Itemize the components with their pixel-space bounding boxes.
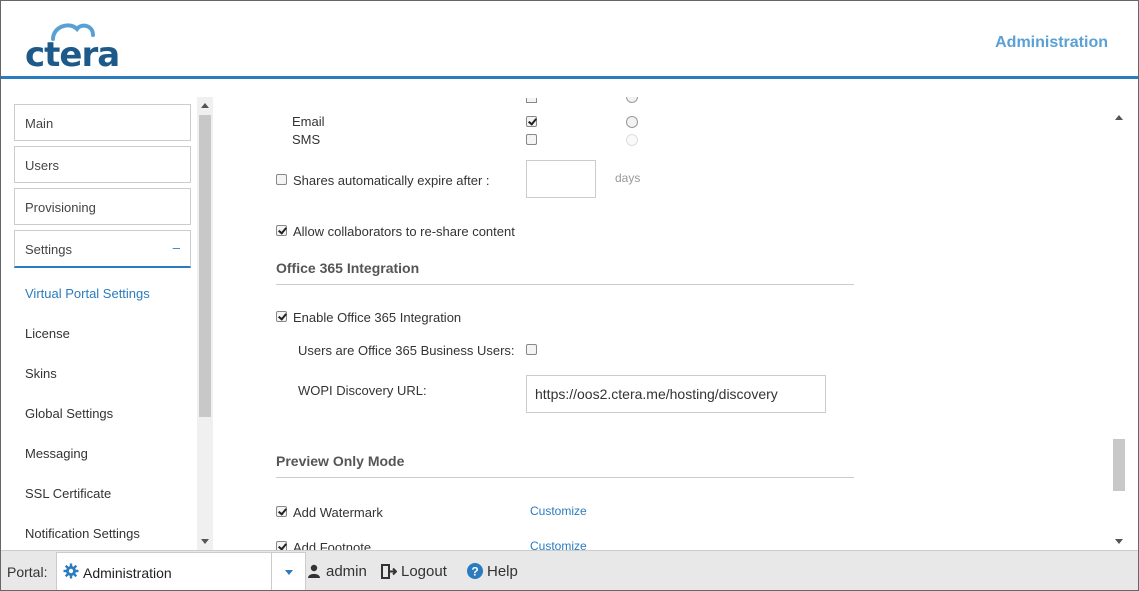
nav-provisioning-label: Provisioning	[25, 200, 96, 215]
reshare-label: Allow collaborators to re-share content	[293, 224, 515, 239]
nav-settings-label: Settings	[25, 242, 72, 257]
sidebar: Main Users Provisioning Settings – Virtu…	[1, 97, 213, 550]
customize-footnote-link[interactable]: Customize	[530, 539, 587, 550]
scroll-down-icon[interactable]	[1115, 539, 1123, 544]
portal-select[interactable]: Administration	[56, 552, 306, 590]
section-divider	[276, 477, 854, 478]
email-label: Email	[292, 114, 325, 129]
office365-section-title: Office 365 Integration	[276, 260, 420, 276]
collapse-icon[interactable]: –	[173, 240, 180, 255]
wopi-url-input[interactable]: https://oos2.ctera.me/hosting/discovery	[526, 375, 826, 413]
sidebar-item-ssl-certificate[interactable]: SSL Certificate	[25, 486, 111, 501]
help-link[interactable]: Help	[487, 563, 518, 580]
wopi-url-label: WOPI Discovery URL:	[298, 383, 427, 398]
sms-checkbox[interactable]	[526, 134, 537, 145]
sidebar-scroll-thumb[interactable]	[199, 115, 211, 417]
scroll-up-icon[interactable]	[1115, 115, 1123, 120]
enable-office365-checkbox[interactable]	[276, 311, 287, 322]
sidebar-item-skins[interactable]: Skins	[25, 366, 57, 381]
help-icon[interactable]: ?	[467, 563, 483, 579]
nav-main[interactable]: Main	[14, 104, 191, 141]
footnote-label: Add Footnote	[293, 540, 372, 550]
partial-radio	[626, 97, 638, 103]
customize-watermark-link[interactable]: Customize	[530, 504, 587, 518]
email-checkbox[interactable]	[526, 116, 537, 127]
logo-text: ctera	[25, 35, 120, 75]
header: ctera Administration	[1, 1, 1138, 79]
app-window: ctera Administration Main Users Provisio…	[0, 0, 1139, 591]
section-divider	[276, 284, 854, 285]
business-users-label: Users are Office 365 Business Users:	[298, 343, 515, 358]
sidebar-item-virtual-portal-settings[interactable]: Virtual Portal Settings	[25, 286, 150, 301]
ctera-logo: ctera	[25, 19, 125, 75]
business-users-checkbox[interactable]	[526, 344, 537, 355]
sidebar-item-global-settings[interactable]: Global Settings	[25, 406, 113, 421]
expire-label: Shares automatically expire after :	[293, 173, 490, 188]
sms-label: SMS	[292, 132, 321, 147]
sidebar-item-messaging[interactable]: Messaging	[25, 446, 88, 461]
portal-label: Portal:	[7, 564, 48, 580]
svg-text:?: ?	[471, 565, 478, 579]
sms-radio[interactable]	[626, 134, 638, 146]
main-content: Email SMS Shares automatically expire af…	[213, 97, 1127, 550]
partial-checkbox	[526, 98, 537, 103]
days-unit: days	[615, 171, 641, 185]
nav-settings[interactable]: Settings –	[14, 230, 191, 268]
sidebar-item-notification-settings[interactable]: Notification Settings	[25, 526, 140, 541]
watermark-label: Add Watermark	[293, 505, 383, 520]
nav-users[interactable]: Users	[14, 146, 191, 183]
nav-provisioning[interactable]: Provisioning	[14, 188, 191, 225]
enable-office365-label: Enable Office 365 Integration	[293, 310, 462, 325]
main-scroll-thumb[interactable]	[1113, 439, 1125, 491]
user-icon	[308, 564, 320, 578]
footnote-checkbox[interactable]	[276, 541, 287, 550]
scroll-down-icon[interactable]	[201, 539, 209, 544]
footer-bar: Portal: Administration admin Logout ? He…	[1, 550, 1138, 590]
scroll-up-icon[interactable]	[201, 103, 209, 108]
expire-checkbox[interactable]	[276, 174, 287, 185]
expire-days-input[interactable]	[526, 160, 596, 198]
watermark-checkbox[interactable]	[276, 506, 287, 517]
sidebar-scrollbar[interactable]	[197, 97, 213, 550]
nav-main-label: Main	[25, 116, 54, 131]
chevron-down-icon[interactable]	[285, 570, 293, 575]
portal-value: Administration	[83, 565, 172, 581]
logout-icon[interactable]	[381, 564, 397, 579]
main-scrollbar[interactable]	[1111, 109, 1127, 550]
logout-link[interactable]: Logout	[401, 563, 447, 580]
header-title[interactable]: Administration	[995, 34, 1108, 52]
username[interactable]: admin	[326, 563, 367, 580]
select-divider	[271, 553, 272, 590]
reshare-checkbox[interactable]	[276, 225, 287, 236]
gear-icon	[63, 563, 79, 579]
email-radio[interactable]	[626, 116, 638, 128]
nav-users-label: Users	[25, 158, 59, 173]
sidebar-item-license[interactable]: License	[25, 326, 70, 341]
preview-section-title: Preview Only Mode	[276, 453, 405, 469]
